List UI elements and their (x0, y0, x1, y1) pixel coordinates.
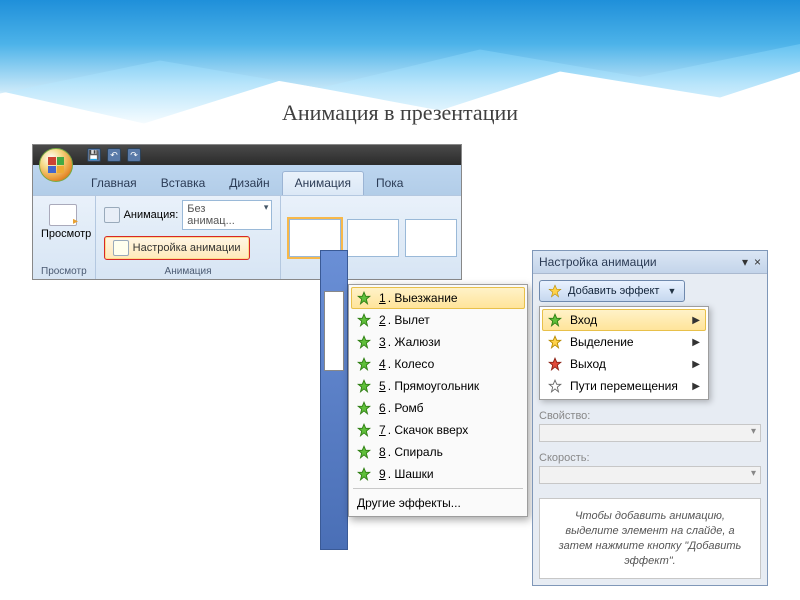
transition-thumb[interactable] (405, 219, 457, 257)
effect-item[interactable]: 1. Выезжание (351, 287, 525, 309)
chevron-right-icon: ▶ (692, 337, 700, 348)
custom-animation-label: Настройка анимации (133, 242, 241, 254)
group-preview-label: Просмотр (41, 264, 87, 277)
ribbon-body: Просмотр Просмотр Анимация: Без анимац..… (33, 195, 461, 279)
add-effect-label: Добавить эффект (568, 285, 659, 297)
save-icon[interactable]: 💾 (87, 148, 101, 162)
property-label: Свойство: (539, 410, 761, 422)
page-title: Анимация в презентации (0, 100, 800, 126)
chevron-right-icon: ▶ (692, 315, 700, 326)
star-icon (357, 467, 371, 481)
hint-text: Чтобы добавить анимацию, выделите элемен… (539, 498, 761, 579)
effect-item[interactable]: 4. Колесо (351, 353, 525, 375)
star-icon (548, 313, 562, 327)
custom-animation-icon (113, 240, 129, 256)
effect-item[interactable]: 2. Вылет (351, 309, 525, 331)
animate-dropdown[interactable]: Без анимац... (182, 200, 272, 230)
ribbon-tabs: Главная Вставка Дизайн Анимация Пока (33, 165, 461, 195)
custom-animation-button[interactable]: Настройка анимации (104, 236, 250, 260)
preview-icon (49, 204, 77, 226)
star-icon (548, 357, 562, 371)
pane-menu-icon[interactable]: ▾ (742, 255, 748, 269)
star-icon (357, 313, 371, 327)
effect-item[interactable]: 8. Спираль (351, 441, 525, 463)
star-icon (357, 379, 371, 393)
tab-home[interactable]: Главная (79, 172, 149, 195)
quick-access-toolbar: 💾 ↶ ↷ (87, 148, 141, 162)
group-animation: Анимация: Без анимац... Настройка анимац… (96, 196, 282, 279)
office-button[interactable] (39, 148, 73, 182)
slide-thumbnail[interactable] (324, 291, 344, 371)
speed-row: Скорость: (539, 452, 761, 484)
effect-item[interactable]: 7. Скачок вверх (351, 419, 525, 441)
category-label: Выход (570, 357, 606, 371)
effect-label: 3. Жалюзи (379, 335, 440, 349)
custom-animation-pane: Настройка анимации ▾ × Добавить эффект ▼… (532, 250, 768, 586)
entrance-effects-submenu: 1. Выезжание 2. Вылет 3. Жалюзи 4. Колесо 5.… (348, 284, 528, 517)
redo-icon[interactable]: ↷ (127, 148, 141, 162)
tab-animation[interactable]: Анимация (282, 171, 364, 195)
star-icon (548, 379, 562, 393)
effect-category-item[interactable]: Выделение ▶ (542, 331, 706, 353)
pane-header: Настройка анимации ▾ × (533, 251, 767, 274)
star-icon (357, 335, 371, 349)
effect-item[interactable]: 9. Шашки (351, 463, 525, 485)
effect-label: 2. Вылет (379, 313, 430, 327)
chevron-right-icon: ▶ (692, 381, 700, 392)
effect-label: 5. Прямоугольник (379, 379, 479, 393)
star-icon (357, 291, 371, 305)
category-label: Выделение (570, 335, 634, 349)
tab-insert[interactable]: Вставка (149, 172, 218, 195)
tab-design[interactable]: Дизайн (217, 172, 281, 195)
pane-close-icon[interactable]: × (754, 255, 761, 269)
effect-label: 7. Скачок вверх (379, 423, 468, 437)
more-effects-label: Другие эффекты... (357, 496, 461, 510)
star-icon (357, 423, 371, 437)
animate-field-label: Анимация: (124, 209, 179, 221)
group-animation-label: Анимация (104, 264, 273, 277)
star-icon (357, 445, 371, 459)
effect-label: 1. Выезжание (379, 291, 458, 305)
ribbon-window: 💾 ↶ ↷ Главная Вставка Дизайн Анимация По… (32, 144, 462, 280)
transition-gallery (281, 196, 465, 279)
star-icon (357, 357, 371, 371)
tab-slideshow[interactable]: Пока (364, 172, 416, 195)
property-row: Свойство: (539, 410, 761, 442)
effect-category-item[interactable]: Пути перемещения ▶ (542, 375, 706, 397)
effect-item[interactable]: 3. Жалюзи (351, 331, 525, 353)
window-titlebar: 💾 ↶ ↷ (33, 145, 461, 165)
effect-category-item[interactable]: Выход ▶ (542, 353, 706, 375)
effect-category-item[interactable]: Вход ▶ (542, 309, 706, 331)
star-icon (548, 335, 562, 349)
effect-item[interactable]: 6. Ромб (351, 397, 525, 419)
animate-icon (104, 207, 120, 223)
star-icon (357, 401, 371, 415)
preview-button[interactable]: Просмотр (41, 200, 85, 240)
effect-label: 8. Спираль (379, 445, 443, 459)
menu-separator (353, 488, 523, 489)
add-effect-button[interactable]: Добавить эффект ▼ (539, 280, 685, 302)
property-select[interactable] (539, 424, 761, 442)
effect-item[interactable]: 5. Прямоугольник (351, 375, 525, 397)
add-effect-menu: Вход ▶ Выделение ▶ Выход ▶ Пути перемещения ▶ (539, 306, 709, 400)
transition-thumb[interactable] (347, 219, 399, 257)
group-preview: Просмотр Просмотр (33, 196, 96, 279)
star-icon (548, 284, 562, 298)
chevron-down-icon: ▼ (667, 286, 676, 296)
pane-title: Настройка анимации (539, 255, 657, 269)
speed-select[interactable] (539, 466, 761, 484)
slide-pane-sliver (320, 250, 348, 550)
effect-label: 6. Ромб (379, 401, 424, 415)
category-label: Пути перемещения (570, 379, 678, 393)
effect-label: 9. Шашки (379, 467, 434, 481)
category-label: Вход (570, 313, 597, 327)
chevron-right-icon: ▶ (692, 359, 700, 370)
preview-label: Просмотр (41, 228, 85, 240)
more-effects-item[interactable]: Другие эффекты... (351, 492, 525, 514)
effect-label: 4. Колесо (379, 357, 434, 371)
undo-icon[interactable]: ↶ (107, 148, 121, 162)
speed-label: Скорость: (539, 452, 761, 464)
